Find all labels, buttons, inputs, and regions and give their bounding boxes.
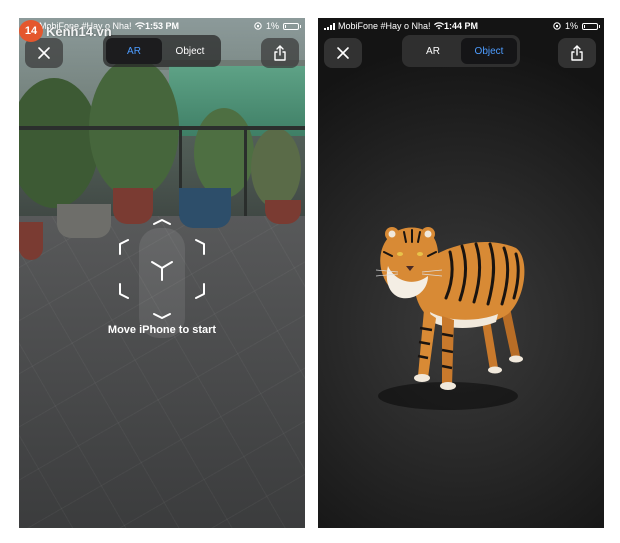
camera-background-tree xyxy=(251,128,301,208)
orientation-lock-icon xyxy=(553,22,561,30)
battery-icon xyxy=(582,22,600,30)
tab-object[interactable]: Object xyxy=(461,38,517,64)
status-bar: MobiFone #Hay o Nha! 1:44 PM 1% xyxy=(318,18,604,34)
battery-percent: 1% xyxy=(265,21,279,31)
tab-ar[interactable]: AR xyxy=(405,38,461,64)
plant-pot xyxy=(19,222,43,260)
close-icon xyxy=(337,47,349,59)
ar-instruction-text: Move iPhone to start xyxy=(107,324,217,336)
ar-cube-placement-icon xyxy=(119,219,205,319)
watermark-logo: 14 Kenh14.vn xyxy=(19,18,112,44)
watermark-text: Kenh14.vn xyxy=(46,23,112,39)
tiger-3d-model[interactable] xyxy=(358,218,528,418)
tab-ar[interactable]: AR xyxy=(106,38,162,64)
tab-object[interactable]: Object xyxy=(162,38,218,64)
close-button[interactable] xyxy=(324,38,362,68)
orientation-lock-icon xyxy=(254,22,262,30)
battery-percent: 1% xyxy=(564,21,578,31)
plant-pot xyxy=(57,204,111,238)
camera-background-railing xyxy=(19,126,305,130)
watermark-badge: 14 xyxy=(19,20,43,42)
ar-camera-screen: MobiFone #Hay o Nha! 1:53 PM 1% AR Objec… xyxy=(19,18,305,528)
battery-level xyxy=(584,24,585,28)
share-button[interactable] xyxy=(261,38,299,68)
view-mode-segmented-control: AR Object xyxy=(402,35,520,67)
camera-background-post xyxy=(244,126,247,216)
object-view-screen: MobiFone #Hay o Nha! 1:44 PM 1% AR Objec… xyxy=(318,18,604,528)
share-icon xyxy=(274,45,286,61)
plant-pot xyxy=(265,200,301,224)
share-button[interactable] xyxy=(558,38,596,68)
battery-icon xyxy=(283,22,301,30)
view-mode-segmented-control: AR Object xyxy=(103,35,221,67)
close-icon xyxy=(38,47,50,59)
share-icon xyxy=(571,45,583,61)
battery-level xyxy=(285,24,286,28)
